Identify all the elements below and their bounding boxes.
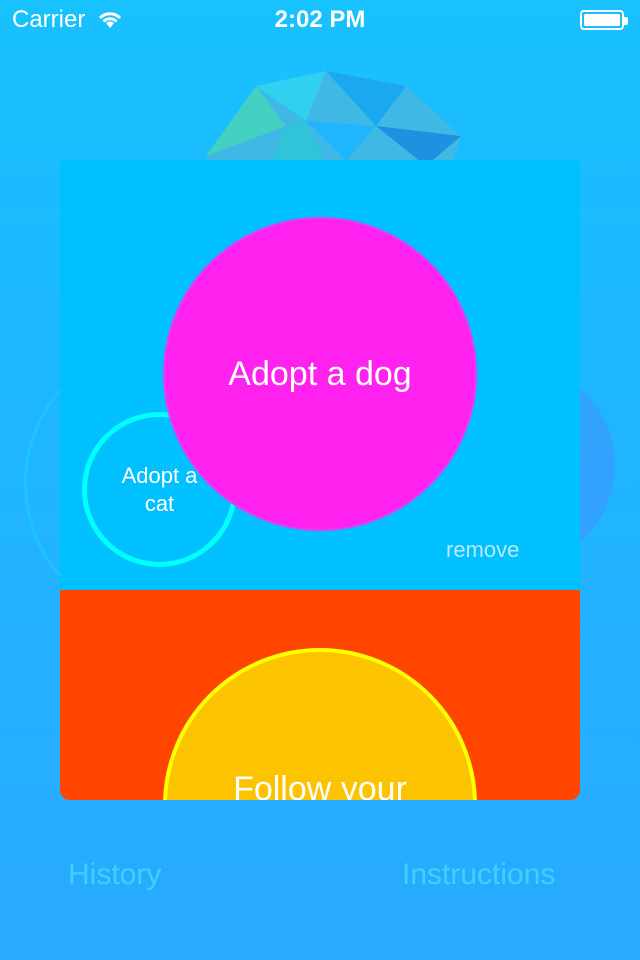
adopt-dog-label: Adopt a dog xyxy=(228,354,412,393)
instructions-button[interactable]: Instructions xyxy=(402,858,555,892)
status-bar: Carrier 2:02 PM xyxy=(0,0,640,40)
battery-icon xyxy=(580,10,628,30)
follow-label: Follow your xyxy=(233,770,407,800)
history-button[interactable]: History xyxy=(68,858,161,892)
status-time: 2:02 PM xyxy=(274,6,366,33)
adopt-dog-bubble[interactable]: Adopt a dog xyxy=(163,217,477,531)
card-top-section: Adopt a cat Adopt a dog remove xyxy=(60,160,580,590)
bubble-card: Adopt a cat Adopt a dog remove Follow yo… xyxy=(60,160,580,800)
remove-button[interactable]: remove xyxy=(446,537,519,563)
adopt-cat-label: Adopt a cat xyxy=(121,462,198,516)
